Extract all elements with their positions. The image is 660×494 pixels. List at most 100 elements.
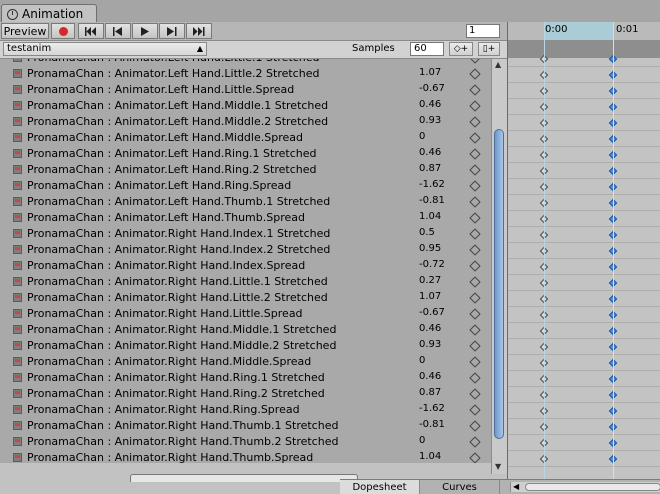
property-value[interactable]: -0.81 — [419, 195, 445, 206]
property-row[interactable]: PronamaChan : Animator.Right Hand.Middle… — [0, 322, 491, 338]
property-row[interactable]: PronamaChan : Animator.Left Hand.Middle.… — [0, 98, 491, 114]
property-row[interactable]: PronamaChan : Animator.Right Hand.Ring.1… — [0, 370, 491, 386]
property-value[interactable]: 1.07 — [419, 291, 441, 302]
hscrollbar-thumb[interactable] — [525, 483, 660, 491]
add-keyframe-button[interactable]: ◇+ — [449, 42, 473, 56]
property-value[interactable]: 0.87 — [419, 387, 441, 398]
keyframe-toggle-icon[interactable] — [469, 356, 481, 368]
keyframe-toggle-icon[interactable] — [469, 84, 481, 96]
property-value[interactable]: -0.72 — [419, 259, 445, 270]
property-row[interactable]: PronamaChan : Animator.Left Hand.Little.… — [0, 59, 491, 66]
property-value[interactable]: -0.67 — [419, 83, 445, 94]
property-row[interactable]: PronamaChan : Animator.Right Hand.Little… — [0, 306, 491, 322]
time-ruler[interactable]: 0:00 0:01 — [508, 22, 660, 41]
property-value[interactable]: 0 — [419, 355, 425, 366]
keyframe-toggle-icon[interactable] — [469, 212, 481, 224]
property-value[interactable]: 0.46 — [419, 99, 441, 110]
property-value[interactable]: 0.95 — [419, 243, 441, 254]
keyframe-toggle-icon[interactable] — [469, 292, 481, 304]
play-button[interactable] — [132, 23, 158, 39]
frame-input[interactable]: 1 — [466, 24, 500, 38]
keyframe-toggle-icon[interactable] — [469, 452, 481, 463]
keyframe-toggle-icon[interactable] — [469, 196, 481, 208]
keyframe-toggle-icon[interactable] — [469, 436, 481, 448]
property-row[interactable]: PronamaChan : Animator.Left Hand.Ring.Sp… — [0, 178, 491, 194]
property-row[interactable]: PronamaChan : Animator.Right Hand.Index.… — [0, 258, 491, 274]
property-row[interactable]: PronamaChan : Animator.Right Hand.Ring.2… — [0, 386, 491, 402]
property-row[interactable]: PronamaChan : Animator.Left Hand.Thumb.1… — [0, 194, 491, 210]
property-row[interactable]: PronamaChan : Animator.Left Hand.Ring.1 … — [0, 146, 491, 162]
property-value[interactable]: 0.46 — [419, 323, 441, 334]
keyframe-toggle-icon[interactable] — [469, 276, 481, 288]
property-row[interactable]: PronamaChan : Animator.Right Hand.Thumb.… — [0, 450, 491, 463]
property-row[interactable]: PronamaChan : Animator.Right Hand.Middle… — [0, 338, 491, 354]
property-row[interactable]: PronamaChan : Animator.Right Hand.Middle… — [0, 354, 491, 370]
property-value[interactable]: 0 — [419, 131, 425, 142]
record-button[interactable] — [51, 23, 75, 39]
property-value[interactable]: 1.07 — [419, 67, 441, 78]
keyframe-toggle-icon[interactable] — [469, 164, 481, 176]
scroll-down-icon[interactable]: ▼ — [495, 462, 501, 471]
property-row[interactable]: PronamaChan : Animator.Left Hand.Thumb.S… — [0, 210, 491, 226]
property-row[interactable]: PronamaChan : Animator.Left Hand.Middle.… — [0, 130, 491, 146]
tab-curves[interactable]: Curves — [420, 480, 500, 494]
keyframe-toggle-icon[interactable] — [469, 148, 481, 160]
keyframe-toggle-icon[interactable] — [469, 324, 481, 336]
property-value[interactable]: -1.62 — [419, 179, 445, 190]
property-scrollbar[interactable]: ▲ ▼ — [491, 59, 507, 474]
scroll-left-icon[interactable]: ◀ — [513, 482, 519, 491]
property-row[interactable]: PronamaChan : Animator.Right Hand.Index.… — [0, 242, 491, 258]
property-row[interactable]: PronamaChan : Animator.Right Hand.Index.… — [0, 226, 491, 242]
property-value[interactable]: -0.67 — [419, 307, 445, 318]
property-row[interactable]: PronamaChan : Animator.Left Hand.Ring.2 … — [0, 162, 491, 178]
property-value[interactable]: 0.27 — [419, 275, 441, 286]
add-curve-button[interactable] — [130, 474, 358, 482]
keyframe-toggle-icon[interactable] — [469, 68, 481, 80]
property-value[interactable]: 0.46 — [419, 147, 441, 158]
keyframe-toggle-icon[interactable] — [469, 260, 481, 272]
keyframe-toggle-icon[interactable] — [469, 244, 481, 256]
keyframe-track[interactable] — [508, 54, 660, 485]
property-row[interactable]: PronamaChan : Animator.Right Hand.Thumb.… — [0, 418, 491, 434]
keyframe-toggle-icon[interactable] — [469, 420, 481, 432]
property-row[interactable]: PronamaChan : Animator.Left Hand.Little.… — [0, 82, 491, 98]
property-row[interactable]: PronamaChan : Animator.Left Hand.Middle.… — [0, 114, 491, 130]
property-value[interactable]: -0.81 — [419, 419, 445, 430]
timeline-hscrollbar[interactable]: ◀ — [510, 482, 660, 492]
property-value[interactable]: 0.93 — [419, 339, 441, 350]
previous-key-button[interactable] — [105, 23, 131, 39]
keyframe-toggle-icon[interactable] — [469, 59, 481, 64]
keyframe-toggle-icon[interactable] — [469, 228, 481, 240]
scrollbar-thumb[interactable] — [494, 129, 504, 439]
property-value[interactable]: 0.46 — [419, 371, 441, 382]
property-row[interactable]: PronamaChan : Animator.Right Hand.Thumb.… — [0, 434, 491, 450]
last-frame-button[interactable] — [186, 23, 212, 39]
scroll-up-icon[interactable]: ▲ — [495, 60, 501, 69]
animation-window-tab[interactable]: Animation — [1, 4, 97, 23]
property-value[interactable]: 1.04 — [419, 211, 441, 222]
property-row[interactable]: PronamaChan : Animator.Right Hand.Ring.S… — [0, 402, 491, 418]
property-value[interactable]: -1.62 — [419, 403, 445, 414]
clip-dropdown[interactable]: testanim ▲ — [3, 42, 207, 56]
samples-input[interactable]: 60 — [410, 42, 444, 56]
next-key-button[interactable] — [159, 23, 185, 39]
property-value[interactable]: 0.93 — [419, 115, 441, 126]
keyframe-toggle-icon[interactable] — [469, 404, 481, 416]
keyframe-toggle-icon[interactable] — [469, 132, 481, 144]
keyframe-toggle-icon[interactable] — [469, 116, 481, 128]
add-event-button[interactable]: ▯+ — [478, 42, 500, 56]
preview-button[interactable]: Preview — [1, 23, 49, 39]
property-row[interactable]: PronamaChan : Animator.Right Hand.Little… — [0, 274, 491, 290]
property-value[interactable]: 0.5 — [419, 227, 435, 238]
keyframe-toggle-icon[interactable] — [469, 340, 481, 352]
property-value[interactable]: 1.04 — [419, 451, 441, 462]
property-row[interactable]: PronamaChan : Animator.Right Hand.Little… — [0, 290, 491, 306]
first-frame-button[interactable] — [78, 23, 104, 39]
property-value[interactable]: 0 — [419, 435, 425, 446]
property-value[interactable]: 0.87 — [419, 163, 441, 174]
tab-dopesheet[interactable]: Dopesheet — [340, 480, 420, 494]
keyframe-toggle-icon[interactable] — [469, 372, 481, 384]
keyframe-toggle-icon[interactable] — [469, 180, 481, 192]
keyframe-toggle-icon[interactable] — [469, 100, 481, 112]
keyframe-toggle-icon[interactable] — [469, 388, 481, 400]
